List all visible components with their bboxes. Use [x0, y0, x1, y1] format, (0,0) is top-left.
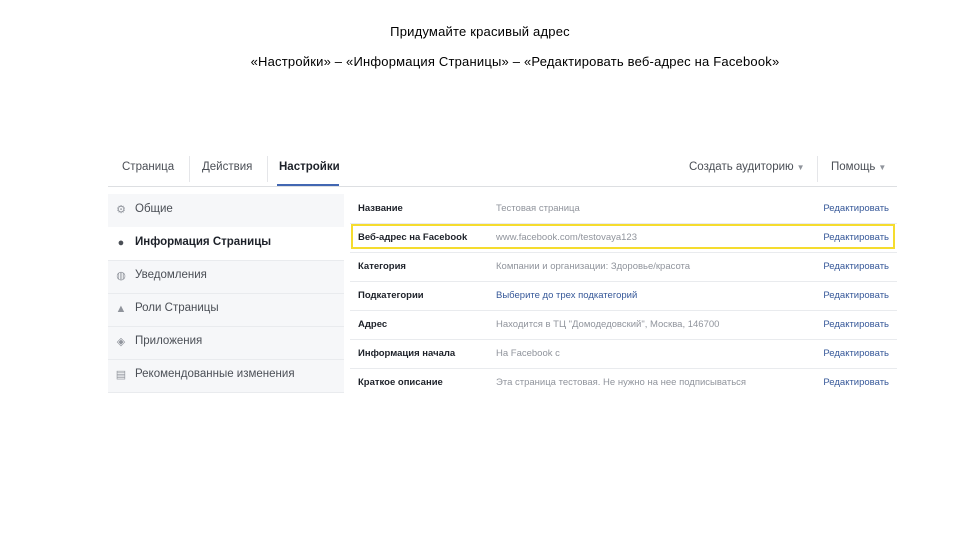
help-menu[interactable]: Помощь ▼ — [831, 161, 886, 173]
info-icon: ● — [117, 237, 125, 249]
row-key: Категория — [358, 261, 406, 272]
table-row: Адрес Находится в ТЦ "Домодедовский", Мо… — [350, 310, 897, 340]
gear-icon: ⚙ — [116, 204, 126, 216]
sidebar-item-label: Общие — [135, 203, 173, 215]
nav-divider — [817, 156, 818, 182]
nav-divider — [189, 156, 190, 182]
create-audience-label: Создать аудиторию — [689, 161, 794, 173]
edit-link[interactable]: Редактировать — [823, 348, 889, 359]
row-key: Подкатегории — [358, 290, 424, 301]
sidebar-item-page-info[interactable]: ● Информация Страницы — [108, 227, 344, 261]
edit-link[interactable]: Редактировать — [823, 319, 889, 330]
globe-icon: ◍ — [116, 270, 126, 282]
row-value: На Facebook с — [496, 348, 560, 359]
table-row: Подкатегории Выберите до трех подкатегор… — [350, 281, 897, 311]
table-row: Название Тестовая страница Редактировать — [350, 194, 897, 224]
edit-link[interactable]: Редактировать — [823, 261, 889, 272]
sidebar-item-suggested-edits[interactable]: ▤ Рекомендованные изменения — [108, 359, 344, 393]
person-icon: ▲ — [115, 303, 127, 315]
row-key: Адрес — [358, 319, 388, 330]
suggest-icon: ▤ — [115, 369, 127, 381]
edit-link[interactable]: Редактировать — [823, 290, 889, 301]
table-row: Категория Компании и организации: Здоров… — [350, 252, 897, 282]
tab-settings[interactable]: Настройки — [279, 161, 340, 173]
top-navigation: Страница Действия Настройки Создать ауди… — [108, 150, 897, 187]
tab-actions[interactable]: Действия — [202, 161, 252, 173]
sidebar-item-apps[interactable]: ◈ Приложения — [108, 326, 344, 360]
row-key: Краткое описание — [358, 377, 443, 388]
row-value: Компании и организации: Здоровье/красота — [496, 261, 691, 272]
caret-down-icon: ▼ — [796, 163, 805, 172]
settings-sidebar: ⚙ Общие ● Информация Страницы ◍ Уведомле… — [108, 194, 344, 393]
sidebar-item-label: Роли Страницы — [135, 302, 219, 314]
slide-title: Придумайте красивый адрес — [390, 24, 570, 39]
table-row: Краткое описание Эта страница тестовая. … — [350, 368, 897, 393]
row-key: Название — [358, 203, 403, 214]
caret-down-icon: ▼ — [878, 163, 887, 172]
sidebar-item-notifications[interactable]: ◍ Уведомления — [108, 260, 344, 294]
active-tab-indicator — [277, 184, 339, 186]
tab-page[interactable]: Страница — [122, 161, 174, 173]
edit-link[interactable]: Редактировать — [823, 377, 889, 388]
table-row: Информация начала На Facebook с Редактир… — [350, 339, 897, 369]
help-label: Помощь — [831, 161, 876, 173]
row-value: Эта страница тестовая. Не нужно на нее п… — [496, 377, 747, 388]
row-value: Находится в ТЦ "Домодедовский", Москва, … — [496, 319, 720, 330]
edit-link[interactable]: Редактировать — [823, 203, 889, 214]
nav-divider — [267, 156, 268, 182]
row-value: Тестовая страница — [496, 203, 580, 214]
choose-subcategories-link[interactable]: Выберите до трех подкатегорий — [496, 290, 637, 301]
create-audience-menu[interactable]: Создать аудиторию ▼ — [689, 161, 805, 173]
sidebar-item-page-roles[interactable]: ▲ Роли Страницы — [108, 293, 344, 327]
facebook-page-settings-screenshot: Страница Действия Настройки Создать ауди… — [108, 150, 897, 393]
row-key: Информация начала — [358, 348, 456, 359]
sidebar-item-label: Приложения — [135, 335, 203, 347]
slide-subtitle: «Настройки» – «Информация Страницы» – «Р… — [250, 54, 780, 69]
sidebar-item-label: Уведомления — [135, 269, 207, 281]
sidebar-item-label: Рекомендованные изменения — [135, 368, 295, 380]
sidebar-item-general[interactable]: ⚙ Общие — [108, 194, 344, 228]
web-address-highlight-box — [351, 224, 895, 249]
sidebar-item-label: Информация Страницы — [135, 236, 272, 248]
apps-icon: ◈ — [116, 336, 126, 348]
